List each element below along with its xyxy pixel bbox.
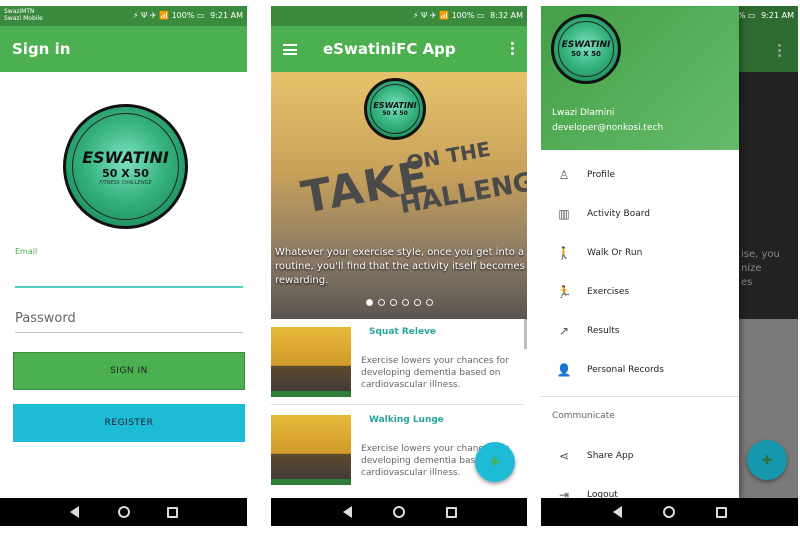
toolbar: Sign in <box>0 26 247 72</box>
menu-item-profile[interactable]: ♙ Profile <box>541 156 739 194</box>
scrollbar[interactable] <box>524 319 527 349</box>
home-icon[interactable] <box>392 505 406 519</box>
back-icon[interactable] <box>68 505 82 519</box>
user-email: developer@nonkosi.tech <box>552 123 664 133</box>
menu-item-share-app[interactable]: ⋖ Share App <box>541 437 739 475</box>
user-name: Lwazi Dlamini <box>552 108 615 118</box>
exercise-title: Walking Lunge <box>369 415 444 425</box>
email-label: Email <box>15 247 38 256</box>
register-button[interactable]: REGISTER <box>13 404 245 442</box>
status-bar: ⚡ Ψ ✈ 📶 100% ▭ 8:32 AM <box>271 6 527 26</box>
drawer-screen: SwaziMTN Swazi Mobile ⚡ Ψ ✈ 📶 100% ▭ 9:2… <box>541 6 798 526</box>
signin-button[interactable]: SIGN IN <box>13 352 245 390</box>
exercise-title: Squat Releve <box>369 327 437 337</box>
hero-carousel[interactable]: ESWATINI 50 X 50 TAKE ON THE HALLENGE Wh… <box>271 72 527 319</box>
status-clock: 9:21 AM <box>761 11 794 20</box>
recents-icon[interactable] <box>444 505 458 519</box>
battery-icon: ▭ <box>477 11 485 20</box>
trending-icon: ↗ <box>558 324 570 338</box>
menu-item-personal-records[interactable]: 👤 Personal Records <box>541 351 739 389</box>
share-icon: ⋖ <box>558 449 570 463</box>
system-nav-bar <box>541 498 798 526</box>
status-icons: ⚡ Ψ ✈ 📶 100% ▭ 8:32 AM <box>412 11 523 20</box>
scrim[interactable]: ise, you nize es ✚ <box>739 26 798 498</box>
status-bar: SwaziMTN Swazi Mobile ⚡ Ψ ✈ 📶 100% ▭ 9:2… <box>0 6 247 26</box>
account-icon: 👤 <box>556 363 572 377</box>
avatar[interactable]: ESWATINI 50 X 50 <box>551 14 621 84</box>
status-clock: 9:21 AM <box>210 11 243 20</box>
more-vert-icon[interactable] <box>511 42 515 55</box>
home-icon[interactable] <box>662 505 676 519</box>
barcode-icon: ▥ <box>558 207 570 221</box>
navigation-drawer: ESWATINI 50 X 50 Lwazi Dlamini developer… <box>541 6 739 502</box>
menu-item-walk-or-run[interactable]: 🚶 Walk Or Run <box>541 234 739 272</box>
hamburger-icon[interactable] <box>283 44 297 55</box>
password-underline <box>15 332 243 333</box>
obscured-caption: ise, you nize es <box>741 249 780 288</box>
back-icon[interactable] <box>340 505 354 519</box>
carousel-dot[interactable] <box>365 299 373 306</box>
hero-caption: Whatever your exercise style, once you g… <box>275 247 525 286</box>
status-clock: 8:32 AM <box>490 11 523 20</box>
toolbar: eSwatiniFC App <box>271 26 527 72</box>
add-icon: ✚ <box>747 440 787 480</box>
app-logo: ESWATINI 50 X 50 FITNESS CHALLENGE <box>63 104 188 229</box>
carousel-dot[interactable] <box>401 299 409 306</box>
carousel-dot[interactable] <box>377 299 385 306</box>
status-icons: ⚡ Ψ ✈ 📶 100% ▭ 9:21 AM <box>132 11 243 20</box>
system-nav-bar <box>271 498 527 526</box>
carrier-label: SwaziMTN Swazi Mobile <box>4 8 43 22</box>
battery-icon: ▭ <box>748 11 756 20</box>
exercise-thumbnail <box>271 415 351 485</box>
person-icon: ♙ <box>558 168 570 182</box>
email-underline <box>15 286 243 288</box>
more-vert-icon <box>778 44 782 57</box>
hero-headline-2: ON THE <box>404 136 493 176</box>
email-field[interactable] <box>15 258 243 286</box>
exercise-thumbnail <box>271 327 351 397</box>
hero-logo: ESWATINI 50 X 50 <box>364 78 426 140</box>
exercise-description: Exercise lowers your chances for develop… <box>361 356 509 390</box>
battery-icon: ▭ <box>197 11 205 20</box>
drawer-header: ESWATINI 50 X 50 Lwazi Dlamini developer… <box>541 6 739 150</box>
password-field[interactable]: Password <box>15 311 76 326</box>
recents-icon[interactable] <box>166 505 180 519</box>
divider <box>541 396 739 397</box>
add-icon[interactable]: ✚ <box>475 442 515 482</box>
carousel-dot[interactable] <box>425 299 433 306</box>
system-nav-bar <box>0 498 247 526</box>
menu-item-results[interactable]: ↗ Results <box>541 312 739 350</box>
carousel-dot[interactable] <box>389 299 397 306</box>
menu-item-exercises[interactable]: 🏃 Exercises <box>541 273 739 311</box>
exercise-card[interactable]: Squat Releve Exercise lowers your chance… <box>271 323 524 405</box>
signin-screen: SwaziMTN Swazi Mobile ⚡ Ψ ✈ 📶 100% ▭ 9:2… <box>0 6 247 526</box>
page-title: Sign in <box>12 40 71 58</box>
menu-item-activity-board[interactable]: ▥ Activity Board <box>541 195 739 233</box>
recents-icon[interactable] <box>715 505 729 519</box>
back-icon[interactable] <box>610 505 624 519</box>
home-icon[interactable] <box>117 505 131 519</box>
app-title: eSwatiniFC App <box>323 40 456 58</box>
walk-icon: 🚶 <box>556 246 572 260</box>
section-header-communicate: Communicate <box>552 411 615 421</box>
carousel-dot[interactable] <box>413 299 421 306</box>
carousel-indicator <box>271 299 527 306</box>
exercise-icon: 🏃 <box>556 285 572 299</box>
home-screen: ⚡ Ψ ✈ 📶 100% ▭ 8:32 AM eSwatiniFC App ES… <box>271 6 527 526</box>
